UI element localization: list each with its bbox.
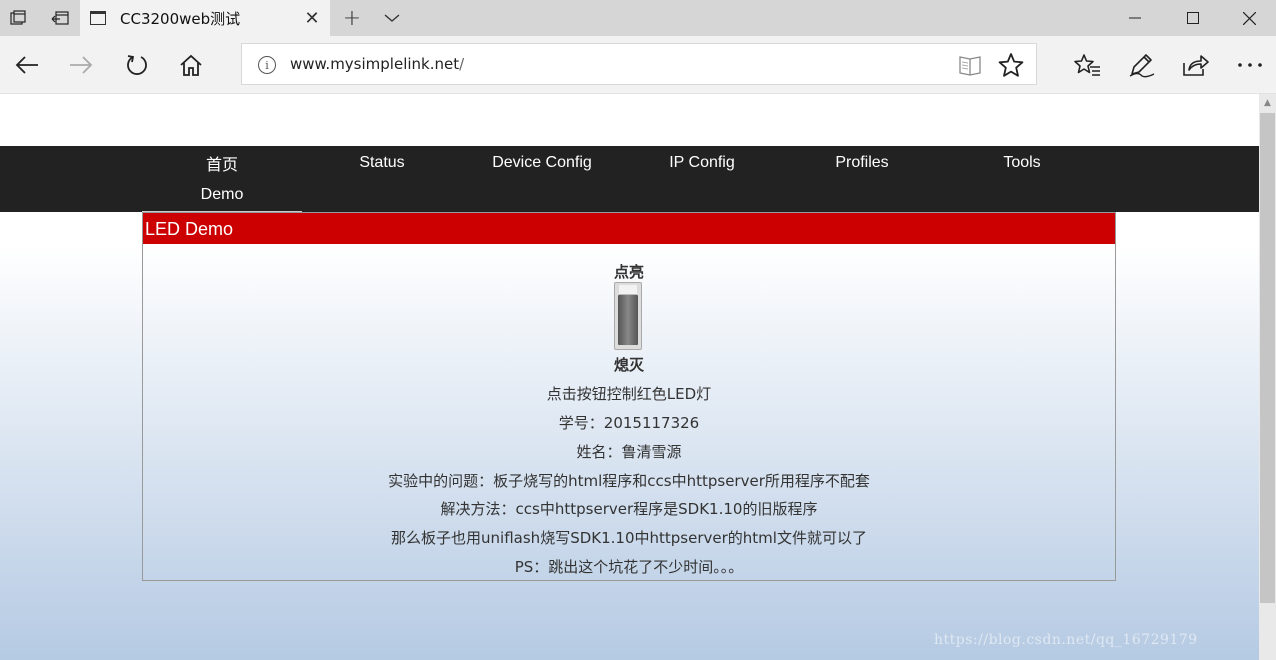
scrollbar-thumb[interactable] xyxy=(1260,113,1275,603)
info-line: 点击按钮控制红色LED灯 xyxy=(546,385,712,403)
tab-title: CC3200web测试 xyxy=(120,9,241,28)
pen-icon[interactable] xyxy=(1122,46,1162,84)
info-icon[interactable]: i xyxy=(258,56,276,74)
chevron-down-icon[interactable] xyxy=(374,0,410,36)
switch-plate-top xyxy=(619,285,637,295)
forward-arrow-icon[interactable] xyxy=(54,36,108,94)
info-line: 学号：2015117326 xyxy=(558,414,700,432)
led-demo-panel: LED Demo 点亮 熄灭 点击按钮控制红色LED灯 学号：201511732… xyxy=(142,212,1116,581)
browser-tab[interactable]: CC3200web测试 ✕ xyxy=(80,0,330,36)
star-icon[interactable] xyxy=(998,52,1024,82)
tab-manager-icon[interactable] xyxy=(0,0,36,36)
share-icon[interactable] xyxy=(1175,46,1215,84)
led-toggle-switch[interactable] xyxy=(614,282,642,350)
watermark: https://blog.csdn.net/qq_16729179 xyxy=(934,632,1198,648)
url-text[interactable]: www.mysimplelink.net/ xyxy=(290,55,464,73)
back-arrow-icon[interactable] xyxy=(0,36,54,94)
panel-header: LED Demo xyxy=(143,213,1115,244)
nav-item-profiles[interactable]: Profiles xyxy=(782,146,942,179)
nav-item-device-config[interactable]: Device Config xyxy=(462,146,622,179)
nav-item-demo[interactable]: Demo xyxy=(142,179,302,212)
nav-item-home[interactable]: 首页 xyxy=(142,146,302,179)
info-line: 姓名：鲁清雪源 xyxy=(576,443,682,461)
close-tab-icon[interactable]: ✕ xyxy=(294,0,330,36)
panel-title: LED Demo xyxy=(145,219,234,239)
switch-lever xyxy=(618,295,638,345)
nav-item-tools[interactable]: Tools xyxy=(942,146,1102,179)
info-line: PS：跳出这个坑花了不少时间。。。 xyxy=(514,558,744,576)
nav-item-status[interactable]: Status xyxy=(302,146,462,179)
maximize-icon[interactable] xyxy=(1164,0,1222,36)
info-line: 那么板子也用uniflash烧写SDK1.10中httpserver的html文… xyxy=(391,529,867,547)
refresh-icon[interactable] xyxy=(110,36,164,94)
new-tab-icon[interactable]: + xyxy=(334,0,370,36)
scroll-up-icon[interactable]: ▲ xyxy=(1259,94,1276,111)
home-icon[interactable] xyxy=(164,36,218,94)
title-bar: CC3200web测试 ✕ + xyxy=(0,0,1276,36)
set-aside-tabs-icon[interactable] xyxy=(42,0,78,36)
toolbar: i www.mysimplelink.net/ xyxy=(0,36,1276,94)
address-bar[interactable]: i www.mysimplelink.net/ xyxy=(241,43,1037,85)
close-window-icon[interactable] xyxy=(1220,0,1276,36)
nav-item-ip-config[interactable]: IP Config xyxy=(622,146,782,179)
favorites-hub-icon[interactable] xyxy=(1067,46,1107,84)
minimize-icon[interactable] xyxy=(1106,0,1164,36)
page-icon xyxy=(90,11,106,25)
more-icon[interactable] xyxy=(1230,46,1270,84)
url-host: www.mysimplelink.net xyxy=(290,55,460,73)
page-viewport: 首页 Status Device Config IP Config Profil… xyxy=(0,94,1259,660)
info-line: 解决方法：ccs中httpserver程序是SDK1.10的旧版程序 xyxy=(440,500,818,518)
switch-off-label: 熄灭 xyxy=(613,356,644,374)
switch-on-label: 点亮 xyxy=(613,263,644,281)
reading-view-icon[interactable] xyxy=(958,54,982,80)
site-nav: 首页 Status Device Config IP Config Profil… xyxy=(0,146,1259,212)
info-line: 实验中的问题：板子烧写的html程序和ccs中httpserver所用程序不配套 xyxy=(388,472,870,490)
url-path: / xyxy=(459,55,465,73)
vertical-scrollbar[interactable]: ▲ xyxy=(1259,94,1276,660)
